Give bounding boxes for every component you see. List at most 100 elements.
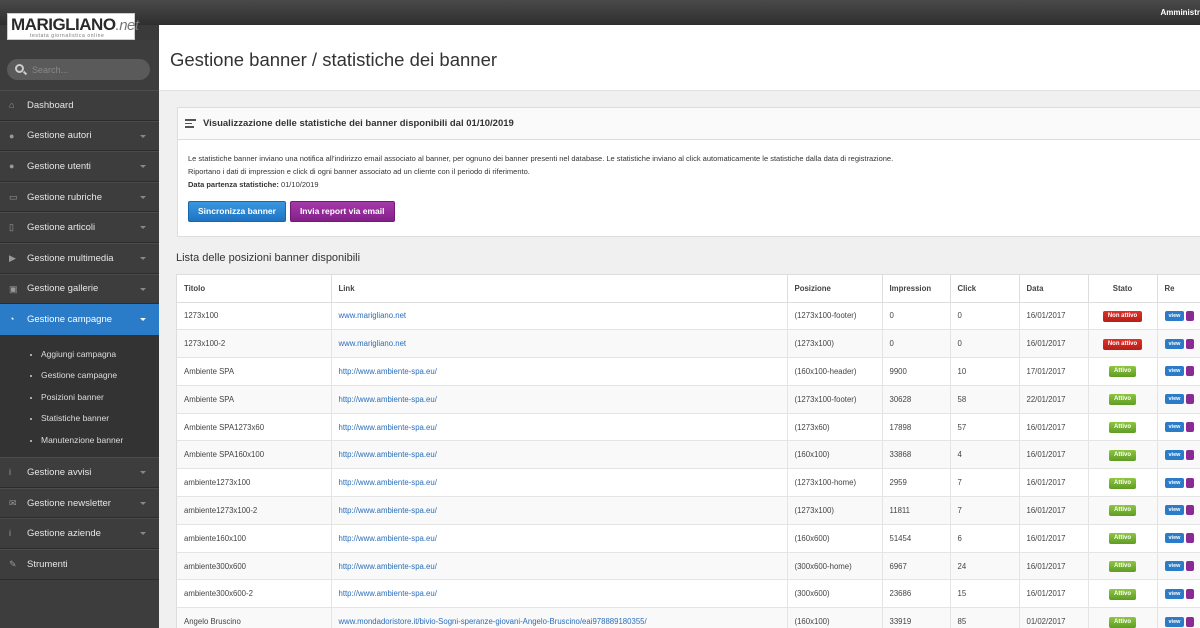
report-button[interactable] <box>1186 449 1195 460</box>
cell-click: 0 <box>950 329 1020 359</box>
cell-link: http://www.ambiente-spa.eu/ <box>331 496 788 525</box>
cell-posizione: (1273x100-home) <box>787 468 883 498</box>
sidebar-item-gestione-multimedia[interactable]: ▶ Gestione multimedia <box>0 242 159 274</box>
cell-titolo: ambiente1273x100-2 <box>177 496 332 525</box>
report-button[interactable] <box>1186 366 1195 377</box>
cell-link: http://www.ambiente-spa.eu/ <box>331 552 788 581</box>
sidebar-item-gestione-rubriche[interactable]: ▭ Gestione rubriche <box>0 181 159 213</box>
cell-stato: Attivo <box>1088 413 1158 442</box>
banner-link[interactable]: http://www.ambiente-spa.eu/ <box>339 589 437 598</box>
view-button[interactable]: view <box>1164 338 1185 349</box>
banner-link[interactable]: http://www.ambiente-spa.eu/ <box>339 534 437 543</box>
report-button[interactable] <box>1186 310 1195 321</box>
status-badge: Attivo <box>1109 533 1136 545</box>
chevron-down-icon <box>140 532 146 536</box>
view-button[interactable]: view <box>1164 616 1185 627</box>
cell-actions: view <box>1157 468 1200 498</box>
sidebar-item-label: Gestione gallerie <box>27 283 99 295</box>
cell-titolo: Angelo Bruscino <box>177 607 332 628</box>
report-button[interactable] <box>1186 422 1195 433</box>
cell-posizione: (160x100-header) <box>787 357 883 386</box>
report-button[interactable] <box>1186 338 1195 349</box>
header-stato: Stato <box>1088 275 1158 303</box>
banner-link[interactable]: http://www.ambiente-spa.eu/ <box>339 478 437 487</box>
banner-link[interactable]: http://www.ambiente-spa.eu/ <box>339 367 437 376</box>
site-logo[interactable]: MARIGLIANO.net testata giornalistica onl… <box>7 13 139 40</box>
sidebar-item-gestione-aziende[interactable]: i Gestione aziende <box>0 518 159 550</box>
sidebar-item-gestione-campagne[interactable]: ◔ Gestione campagne <box>0 304 159 335</box>
table-row: 1273x100 www.marigliano.net (1273x100-foot… <box>177 302 1200 331</box>
view-button[interactable]: view <box>1164 533 1185 544</box>
sidebar-item-gestione-autori[interactable]: ● Gestione autori <box>0 120 159 152</box>
chevron-down-icon <box>140 226 146 230</box>
sidebar-item-label: Gestione newsletter <box>27 497 111 509</box>
cell-impression: 9900 <box>882 357 951 386</box>
status-badge: Non attivo <box>1102 338 1143 350</box>
report-button[interactable] <box>1186 616 1195 627</box>
cell-titolo: ambiente1273x100 <box>177 468 332 498</box>
status-badge: Attivo <box>1109 505 1136 517</box>
sidebar-item-gestione-gallerie[interactable]: ▣ Gestione gallerie <box>0 273 159 305</box>
header-link: Link <box>331 275 788 303</box>
view-button[interactable]: view <box>1164 394 1185 405</box>
view-button[interactable]: view <box>1164 477 1185 488</box>
cell-actions: view <box>1157 524 1200 553</box>
list-title: Lista delle posizioni banner disponibili <box>176 252 361 264</box>
report-button[interactable] <box>1186 533 1195 544</box>
view-button[interactable]: view <box>1164 588 1185 599</box>
cell-data: 16/01/2017 <box>1019 440 1089 470</box>
sidebar-item-gestione-articoli[interactable]: ▯ Gestione articoli <box>0 212 159 243</box>
top-bar: Amministr <box>0 0 1200 25</box>
sidebar-item-gestione-utenti[interactable]: ● Gestione utenti <box>0 151 159 182</box>
table-row: ambiente160x100 http://www.ambiente-spa.e… <box>177 524 1200 553</box>
view-button[interactable]: view <box>1164 422 1185 433</box>
sync-banner-button[interactable]: Sincronizza banner <box>188 201 286 222</box>
banner-link[interactable]: www.marigliano.net <box>339 311 407 320</box>
submenu-item-manutenzione-banner[interactable]: Manutenzione banner <box>0 430 159 452</box>
logo-tagline: testata giornalistica online <box>30 33 105 39</box>
report-button[interactable] <box>1186 561 1195 572</box>
sidebar-item-gestione-newsletter[interactable]: ✉ Gestione newsletter <box>0 487 159 519</box>
search-icon <box>15 64 24 73</box>
cell-impression: 17898 <box>882 413 951 442</box>
cell-stato: Non attivo <box>1088 329 1158 359</box>
view-button[interactable]: view <box>1164 561 1185 572</box>
submenu-item-gestione-campagne[interactable]: Gestione campagne <box>0 365 159 387</box>
report-button[interactable] <box>1186 588 1195 599</box>
view-button[interactable]: view <box>1164 449 1185 460</box>
view-button[interactable]: view <box>1164 505 1185 516</box>
document-icon: ▯ <box>9 222 14 233</box>
submenu-item-posizioni-banner[interactable]: Posizioni banner <box>0 387 159 409</box>
cell-data: 16/01/2017 <box>1019 468 1089 498</box>
banner-link[interactable]: http://www.ambiente-spa.eu/ <box>339 562 437 571</box>
cell-click: 7 <box>950 468 1020 498</box>
table-row: ambiente1273x100 http://www.ambiente-spa.… <box>177 468 1200 498</box>
report-button[interactable] <box>1186 505 1195 516</box>
report-button[interactable] <box>1186 394 1195 405</box>
search-input[interactable] <box>32 62 142 77</box>
cell-posizione: (1273x100) <box>787 329 883 359</box>
banner-link[interactable]: www.marigliano.net <box>339 339 407 348</box>
banner-link[interactable]: www.mondadoristore.it/bivio-Sogni-speran… <box>339 617 647 626</box>
user-menu[interactable]: Amministr <box>1160 8 1200 17</box>
banner-link[interactable]: http://www.ambiente-spa.eu/ <box>339 395 437 404</box>
cell-data: 16/01/2017 <box>1019 329 1089 359</box>
logo-text: MARIGLIANO.net <box>11 15 139 34</box>
cell-link: www.marigliano.net <box>331 302 788 331</box>
view-button[interactable]: view <box>1164 310 1185 321</box>
cell-posizione: (160x100) <box>787 607 883 628</box>
banner-link[interactable]: http://www.ambiente-spa.eu/ <box>339 450 437 459</box>
banner-link[interactable]: http://www.ambiente-spa.eu/ <box>339 506 437 515</box>
view-button[interactable]: view <box>1164 366 1185 377</box>
submenu-item-aggiungi-campagna[interactable]: Aggiungi campagna <box>0 344 159 366</box>
sidebar-item-gestione-avvisi[interactable]: i Gestione avvisi <box>0 457 159 488</box>
send-report-button[interactable]: Invia report via email <box>289 201 395 222</box>
sidebar-item-dashboard[interactable]: ⌂ Dashboard <box>0 90 159 121</box>
stats-start-date: Data partenza statistiche: 01/10/2019 <box>188 180 319 189</box>
panel-description-2: Riportano i dati di impression e click d… <box>188 167 530 176</box>
banner-link[interactable]: http://www.ambiente-spa.eu/ <box>339 423 437 432</box>
sidebar-item-strumenti[interactable]: ✎ Strumenti <box>0 549 159 580</box>
report-button[interactable] <box>1186 477 1195 488</box>
submenu-item-statistiche-banner[interactable]: Statistiche banner <box>0 408 159 430</box>
sidebar-search <box>7 59 150 80</box>
